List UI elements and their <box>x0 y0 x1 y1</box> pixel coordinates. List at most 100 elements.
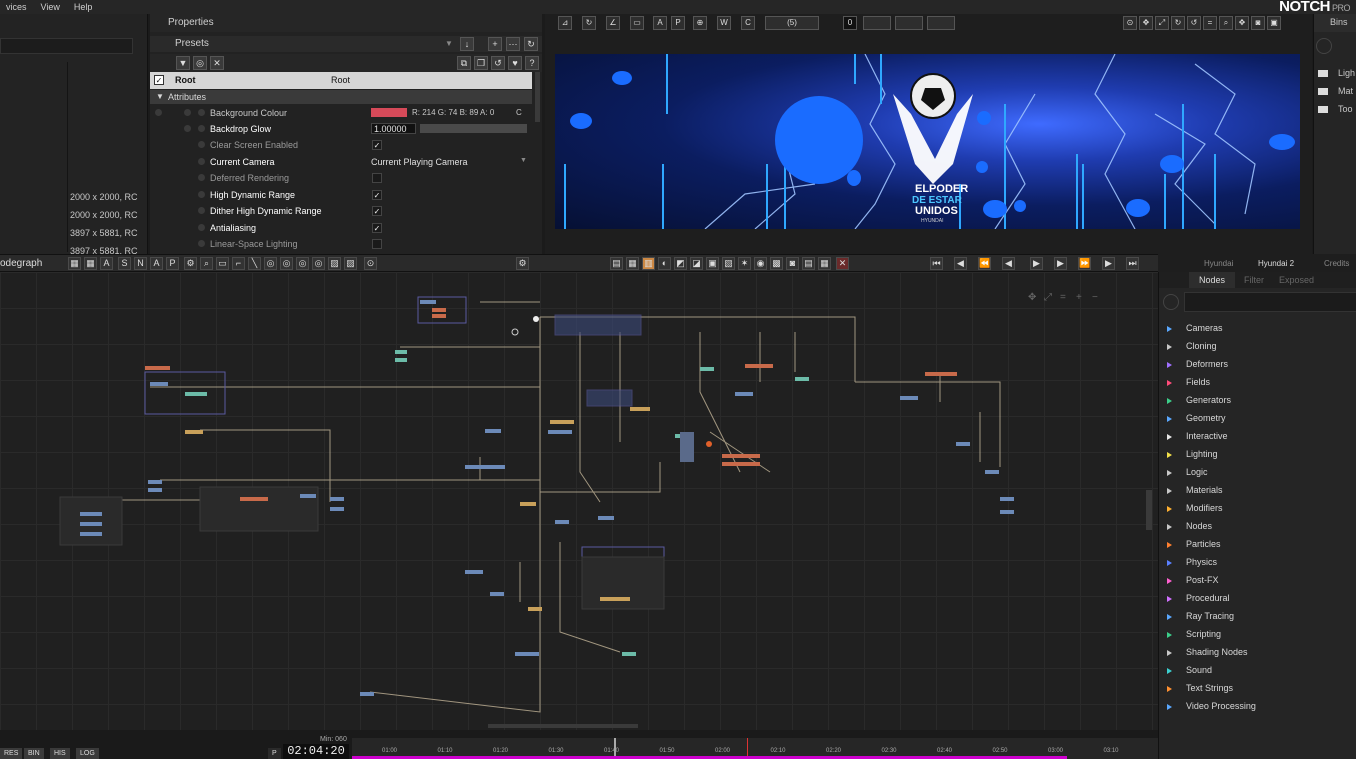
checkbox[interactable] <box>372 239 382 249</box>
category-item[interactable]: Deformers <box>1167 359 1228 369</box>
resource-row[interactable]: 3897 x 5881, RC <box>70 228 138 238</box>
step-back-icon[interactable]: ◀ <box>1002 257 1015 270</box>
light-icon[interactable]: ✶ <box>738 257 751 270</box>
tab-bin[interactable]: BIN <box>24 748 44 759</box>
help-icon[interactable]: ? <box>525 56 539 70</box>
root-row[interactable]: ✓ Root Root <box>150 72 532 89</box>
prop-dither-hdr[interactable]: Dither High Dynamic Range ✓ <box>150 203 532 219</box>
render-mode-icon[interactable]: ▥ <box>642 257 655 270</box>
category-item[interactable]: Cameras <box>1167 323 1223 333</box>
category-item[interactable]: Interactive <box>1167 431 1228 441</box>
s-icon[interactable]: S <box>118 257 131 270</box>
fit-icon[interactable]: ⤢ <box>1044 292 1052 303</box>
keyframe-icon[interactable] <box>198 174 205 181</box>
close-icon[interactable]: ✕ <box>210 56 224 70</box>
undo-icon[interactable]: ↺ <box>1187 16 1201 30</box>
resources-search-input[interactable] <box>0 38 133 54</box>
category-item[interactable]: Video Processing <box>1167 701 1256 711</box>
presets-bar[interactable]: Presets ▼ ↓ + ⋯ ↻ <box>150 36 542 52</box>
resource-row[interactable]: 2000 x 2000, RC <box>70 192 138 202</box>
graph-v-scrollbar[interactable] <box>1146 490 1152 530</box>
rotate-icon[interactable]: ↻ <box>582 16 596 30</box>
checkbox[interactable] <box>372 173 382 183</box>
category-item[interactable]: Cloning <box>1167 341 1217 351</box>
gear-icon[interactable]: ⚙ <box>516 257 529 270</box>
frame-counter[interactable]: (5) <box>765 16 819 30</box>
zoom-in-icon[interactable]: + <box>1076 292 1082 303</box>
add-icon[interactable]: + <box>488 37 502 51</box>
render-mode-icon[interactable]: ▤ <box>802 257 815 270</box>
menu-view[interactable]: View <box>41 2 60 12</box>
tab-filter[interactable]: Filter <box>1244 275 1264 285</box>
download-icon[interactable]: ↓ <box>460 37 474 51</box>
keyframe-icon[interactable] <box>198 224 205 231</box>
bins-search-icon[interactable] <box>1316 38 1332 54</box>
filter-icon[interactable]: ▼ <box>176 56 190 70</box>
more-icon[interactable]: ⋯ <box>506 37 520 51</box>
search-icon[interactable] <box>1163 294 1179 310</box>
bin-item[interactable]: Ligh <box>1318 68 1355 78</box>
render-mode-icon[interactable]: ▤ <box>610 257 623 270</box>
prev-marker-icon[interactable]: ◀ <box>954 257 967 270</box>
menu-help[interactable]: Help <box>74 2 93 12</box>
render-mode-icon[interactable]: ◐ <box>658 257 671 270</box>
category-item[interactable]: Procedural <box>1167 593 1230 603</box>
tab-nodes[interactable]: Nodes <box>1189 272 1236 288</box>
keyframe-icon[interactable] <box>155 109 162 116</box>
skip-start-icon[interactable]: ⏮ <box>930 257 943 270</box>
reset-icon[interactable]: ↺ <box>491 56 505 70</box>
next-marker-icon[interactable]: ▶ <box>1102 257 1115 270</box>
render-mode-icon[interactable]: ▧ <box>722 257 735 270</box>
target-icon[interactable]: ◎ <box>193 56 207 70</box>
frame-icon[interactable]: ▭ <box>216 257 229 270</box>
zoom-icon[interactable]: ⌕ <box>1219 16 1233 30</box>
frame-icon[interactable]: ▭ <box>630 16 644 30</box>
checkbox[interactable]: ✓ <box>372 190 382 200</box>
play-mode-icon[interactable]: P <box>268 748 281 759</box>
resource-row[interactable]: 2000 x 2000, RC <box>70 210 138 220</box>
tab-exposed[interactable]: Exposed <box>1279 275 1314 285</box>
checkbox[interactable]: ✓ <box>372 206 382 216</box>
keyframe-icon[interactable] <box>198 207 205 214</box>
render-mode-icon[interactable]: ▩ <box>770 257 783 270</box>
keyframe-icon[interactable] <box>184 109 191 116</box>
node-graph-canvas[interactable]: ✥ ⤢ = + − <box>0 272 1158 730</box>
keyframe-icon[interactable] <box>198 191 205 198</box>
graph-h-scrollbar[interactable] <box>488 724 638 728</box>
prop-clear-screen[interactable]: Clear Screen Enabled ✓ <box>150 137 532 153</box>
prop-current-camera[interactable]: Current Camera Current Playing Camera ▼ <box>150 154 532 170</box>
equal-icon[interactable]: = <box>1060 292 1066 303</box>
link-icon[interactable]: ⌐ <box>232 257 245 270</box>
current-time[interactable]: 02:04:20 <box>283 744 349 759</box>
pan-icon[interactable]: ✥ <box>1235 16 1249 30</box>
target-icon[interactable]: ⊕ <box>693 16 707 30</box>
target-icon[interactable]: ⊙ <box>1123 16 1137 30</box>
category-item[interactable]: Geometry <box>1167 413 1226 423</box>
w-icon[interactable]: W <box>717 16 731 30</box>
move-icon[interactable]: ✥ <box>1139 16 1153 30</box>
prop-antialiasing[interactable]: Antialiasing ✓ <box>150 220 532 236</box>
camera-icon[interactable]: ◙ <box>1251 16 1265 30</box>
prop-background-colour[interactable]: Background Colour R: 214 G: 74 B: 89 A: … <box>150 105 532 121</box>
rotate-icon[interactable]: ↻ <box>1171 16 1185 30</box>
category-item[interactable]: Physics <box>1167 557 1217 567</box>
bin-item[interactable]: Mat <box>1318 86 1353 96</box>
category-item[interactable]: Post-FX <box>1167 575 1219 585</box>
category-item[interactable]: Sound <box>1167 665 1212 675</box>
view-toggle[interactable] <box>927 16 955 30</box>
hatch-icon[interactable]: ▨ <box>328 257 341 270</box>
scale-icon[interactable]: ⤢ <box>1155 16 1169 30</box>
ak-icon[interactable]: A <box>653 16 667 30</box>
value-slider[interactable] <box>420 124 527 133</box>
rewind-icon[interactable]: ⏪ <box>978 257 991 270</box>
render-mode-icon[interactable]: ▦ <box>818 257 831 270</box>
keyframe-icon[interactable] <box>184 125 191 132</box>
node-icon[interactable]: ◎ <box>264 257 277 270</box>
skip-end-icon[interactable]: ⏭ <box>1126 257 1139 270</box>
move-icon[interactable]: ✥ <box>1028 292 1036 303</box>
equal-icon[interactable]: = <box>1203 16 1217 30</box>
view-toggle[interactable] <box>895 16 923 30</box>
category-item[interactable]: Logic <box>1167 467 1208 477</box>
chevron-down-icon[interactable]: ▼ <box>520 157 527 164</box>
keyframe-icon[interactable] <box>198 240 205 247</box>
